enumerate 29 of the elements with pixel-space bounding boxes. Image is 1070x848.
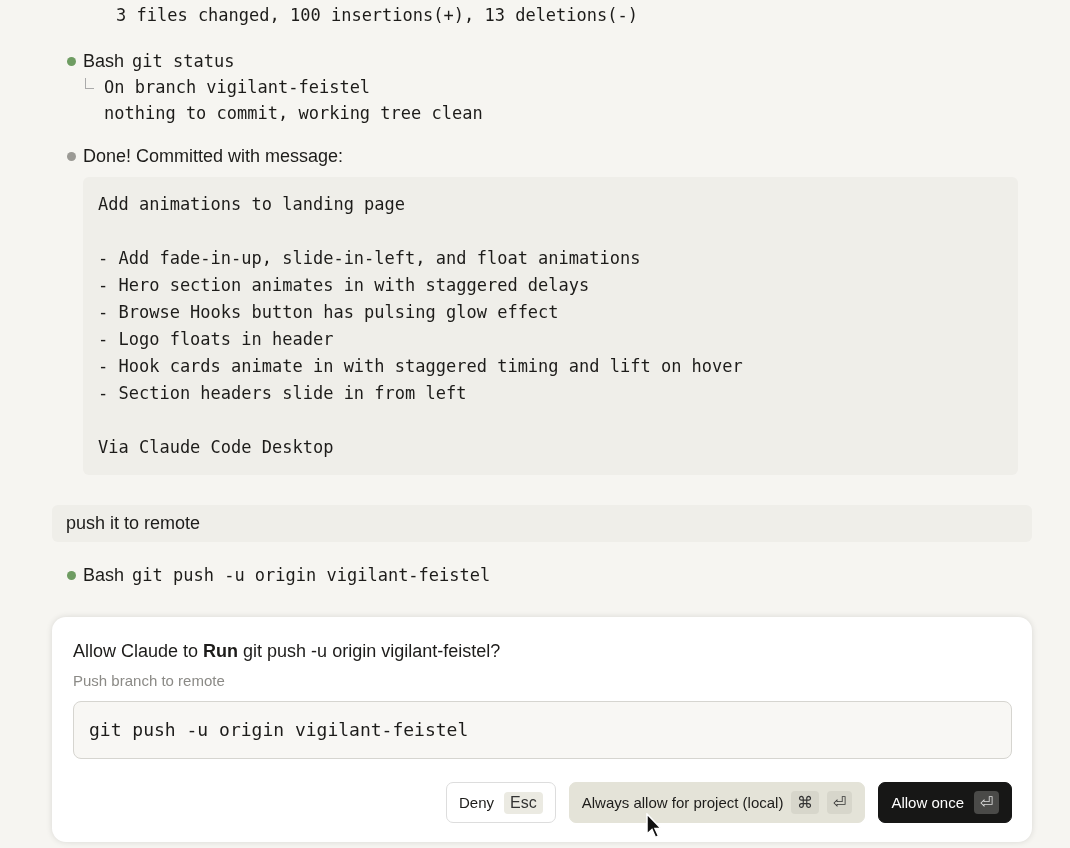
tool-name: Bash — [83, 50, 125, 72]
command-field[interactable]: git push -u origin vigilant-feistel — [73, 701, 1012, 759]
dialog-question: Allow Claude to Run git push -u origin vigilant-feistel? — [73, 641, 502, 662]
pointer-icon — [646, 813, 662, 839]
code-line: - Hook cards animate in with staggered timing and lift on hover — [98, 355, 744, 378]
code-line: - Logo floats in header — [98, 328, 335, 351]
dialog-description: Push branch to remote — [73, 672, 226, 689]
code-line: - Hero section animates in with staggered delays — [98, 274, 591, 297]
code-line: - Add fade-in-up, slide-in-left, and float animations — [98, 247, 642, 270]
message-text: Done! Committed with message: — [83, 146, 344, 167]
tree-connector-icon — [85, 78, 94, 89]
output-text: nothing to commit, working tree clean — [104, 102, 483, 125]
code-line: Add animations to landing page — [98, 193, 407, 216]
code-line: - Browse Hooks button has pulsing glow effect — [98, 301, 560, 324]
user-message: push it to remote — [52, 505, 1032, 542]
allow-button[interactable]: Allow once ⏎ — [878, 782, 1012, 823]
shortcut-key: ⏎ — [974, 791, 999, 814]
tool-name: Bash — [83, 564, 125, 586]
always-allow-button[interactable]: Always allow for project (local) ⌘ ⏎ — [568, 782, 866, 823]
shortcut-key: ⏎ — [827, 791, 853, 814]
tool-command: git push -u origin vigilant-feistel — [132, 564, 491, 587]
shortcut-key: ⌘ — [791, 791, 820, 814]
tool-command: git status — [132, 50, 235, 73]
code-line: - Section headers slide in from left — [98, 382, 468, 405]
code-line: Via Claude Code Desktop — [98, 436, 335, 459]
output-text: 3 files changed, 100 insertions(+), 13 deletions(-) — [116, 4, 639, 27]
deny-button[interactable]: Deny Esc — [446, 782, 556, 823]
output-text: On branch vigilant-feistel — [104, 76, 372, 99]
shortcut-key: Esc — [504, 791, 543, 814]
